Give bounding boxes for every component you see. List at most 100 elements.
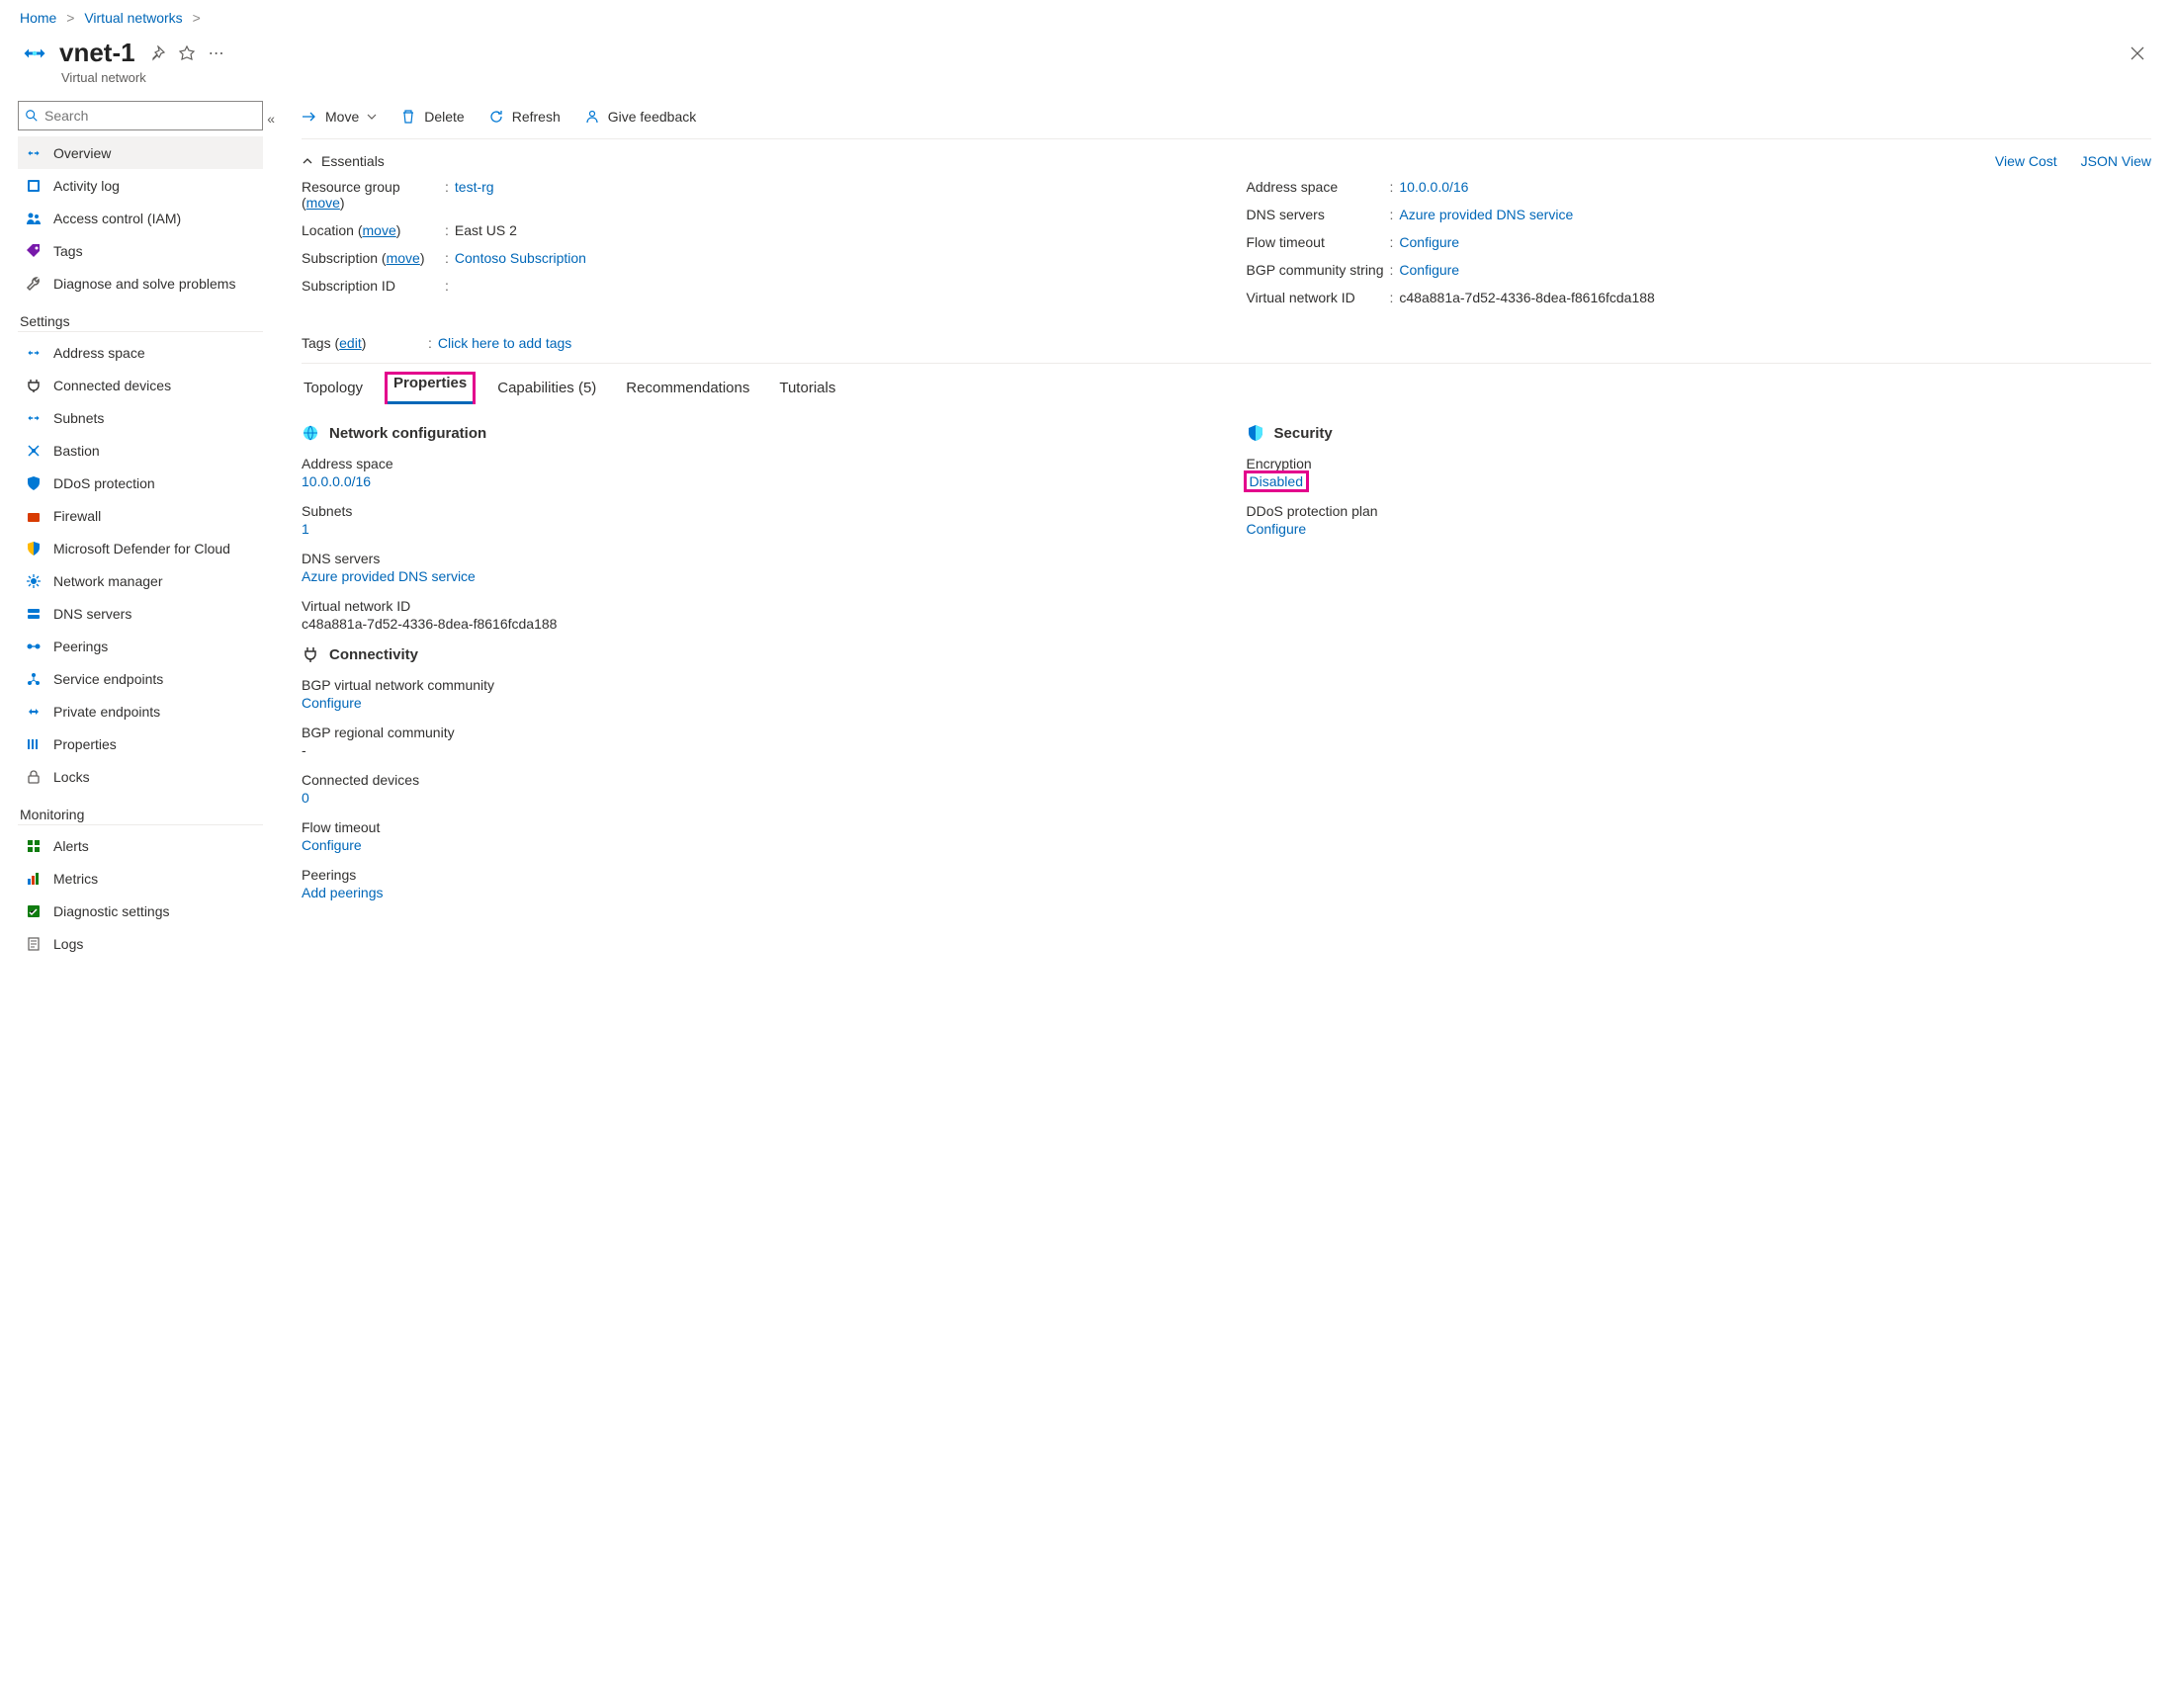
sidebar-item-locks[interactable]: Locks: [18, 760, 263, 793]
sidebar-item-label: Activity log: [53, 178, 120, 194]
prop-bgpr-label: BGP regional community: [302, 725, 1207, 740]
search-icon: [25, 109, 39, 123]
rg-move-link[interactable]: move: [306, 195, 340, 211]
search-input-wrapper[interactable]: [18, 101, 263, 130]
move-label: Move: [325, 109, 359, 125]
sidebar-item-dns-servers[interactable]: DNS servers: [18, 597, 263, 630]
sidebar-item-label: Subnets: [53, 410, 104, 426]
prop-cdev-value[interactable]: 0: [302, 790, 1207, 806]
sidebar-item-alerts[interactable]: Alerts: [18, 829, 263, 862]
chevron-right-icon: >: [193, 10, 201, 26]
subscription-value[interactable]: Contoso Subscription: [455, 250, 586, 266]
delete-button[interactable]: Delete: [400, 109, 464, 125]
location-move-link[interactable]: move: [363, 222, 396, 238]
prop-peer-label: Peerings: [302, 867, 1207, 883]
sidebar-item-overview[interactable]: Overview: [18, 136, 263, 169]
breadcrumb: Home > Virtual networks >: [0, 0, 2175, 32]
sidebar-item-label: Metrics: [53, 871, 98, 887]
essentials-header: Essentials View Cost JSON View: [302, 153, 2151, 169]
star-icon[interactable]: [179, 45, 195, 61]
tags-edit-link[interactable]: edit: [339, 335, 362, 351]
prop-bgpvn-value[interactable]: Configure: [302, 695, 1207, 711]
prop-flow-value[interactable]: Configure: [302, 837, 1207, 853]
chevron-down-icon: [367, 112, 377, 122]
feedback-button[interactable]: Give feedback: [584, 109, 697, 125]
sidebar-item-label: Overview: [53, 145, 111, 161]
sidebar-item-tags[interactable]: Tags: [18, 234, 263, 267]
sidebar-item-label: Diagnostic settings: [53, 903, 170, 919]
dns-servers-label: DNS servers: [1247, 207, 1390, 222]
sidebar-item-metrics[interactable]: Metrics: [18, 862, 263, 895]
tab-capabilities[interactable]: Capabilities (5): [495, 374, 598, 402]
rg-value[interactable]: test-rg: [455, 179, 494, 195]
wrench-icon: [24, 274, 44, 294]
properties-panel: Network configuration Address space 10.0…: [302, 416, 2151, 914]
sidebar-item-firewall[interactable]: Firewall: [18, 499, 263, 532]
sidebar-item-ddos-protection[interactable]: DDoS protection: [18, 467, 263, 499]
tab-tutorials[interactable]: Tutorials: [777, 374, 837, 402]
chevron-up-icon[interactable]: [302, 155, 313, 167]
breadcrumb-home[interactable]: Home: [20, 10, 56, 26]
tag-icon: [24, 241, 44, 261]
essentials-label: Essentials: [321, 153, 385, 169]
sidebar: « Overview Activity log Access control (IA…: [0, 95, 273, 970]
plug-icon: [24, 376, 44, 395]
plug-icon: [302, 645, 319, 663]
peer-icon: [24, 637, 44, 656]
prop-dns-value[interactable]: Azure provided DNS service: [302, 568, 1207, 584]
add-tags-link[interactable]: Click here to add tags: [438, 335, 571, 351]
prop-addr-value[interactable]: 10.0.0.0/16: [302, 473, 1207, 489]
prop-peer-value[interactable]: Add peerings: [302, 885, 1207, 900]
close-icon[interactable]: [2130, 45, 2145, 61]
sidebar-item-connected-devices[interactable]: Connected devices: [18, 369, 263, 401]
sidebar-item-diagnose-and-solve-problems[interactable]: Diagnose and solve problems: [18, 267, 263, 299]
collapse-sidebar-icon[interactable]: «: [267, 111, 275, 127]
chart-icon: [24, 869, 44, 889]
prop-addr-label: Address space: [302, 456, 1207, 471]
vnet-icon: [24, 343, 44, 363]
sidebar-item-properties[interactable]: Properties: [18, 727, 263, 760]
tab-recommendations[interactable]: Recommendations: [624, 374, 751, 402]
sidebar-item-logs[interactable]: Logs: [18, 927, 263, 960]
sidebar-item-label: Bastion: [53, 443, 100, 459]
vnet-icon: [24, 143, 44, 163]
breadcrumb-virtual-networks[interactable]: Virtual networks: [84, 10, 182, 26]
addr-space-value[interactable]: 10.0.0.0/16: [1399, 179, 1468, 195]
bgp-string-value[interactable]: Configure: [1399, 262, 1459, 278]
sidebar-section-settings: Settings: [18, 299, 263, 332]
sidebar-item-service-endpoints[interactable]: Service endpoints: [18, 662, 263, 695]
sidebar-item-diagnostic-settings[interactable]: Diagnostic settings: [18, 895, 263, 927]
sidebar-item-label: Tags: [53, 243, 83, 259]
sidebar-item-bastion[interactable]: Bastion: [18, 434, 263, 467]
prop-ddos-value[interactable]: Configure: [1247, 521, 2152, 537]
json-view-link[interactable]: JSON View: [2081, 153, 2151, 169]
sidebar-item-access-control-iam-[interactable]: Access control (IAM): [18, 202, 263, 234]
tab-topology[interactable]: Topology: [302, 374, 365, 402]
dns-servers-value[interactable]: Azure provided DNS service: [1399, 207, 1573, 222]
globe-icon: [302, 424, 319, 442]
grid-icon: [24, 836, 44, 856]
sidebar-item-network-manager[interactable]: Network manager: [18, 564, 263, 597]
endpoints-icon: [24, 669, 44, 689]
search-input[interactable]: [39, 108, 256, 124]
sidebar-item-address-space[interactable]: Address space: [18, 336, 263, 369]
subscription-move-link[interactable]: move: [387, 250, 420, 266]
flow-timeout-value[interactable]: Configure: [1399, 234, 1459, 250]
sidebar-item-subnets[interactable]: Subnets: [18, 401, 263, 434]
more-icon[interactable]: ⋯: [209, 43, 224, 63]
pin-icon[interactable]: [149, 45, 165, 61]
sidebar-item-label: Peerings: [53, 639, 108, 654]
sidebar-item-label: Service endpoints: [53, 671, 163, 687]
prop-subnets-value[interactable]: 1: [302, 521, 1207, 537]
sidebar-item-activity-log[interactable]: Activity log: [18, 169, 263, 202]
prop-enc-value[interactable]: Disabled: [1247, 473, 1306, 489]
sidebar-item-microsoft-defender-for-cloud[interactable]: Microsoft Defender for Cloud: [18, 532, 263, 564]
security-header: Security: [1247, 424, 2152, 442]
sidebar-item-peerings[interactable]: Peerings: [18, 630, 263, 662]
move-button[interactable]: Move: [302, 109, 377, 125]
refresh-button[interactable]: Refresh: [488, 109, 561, 125]
view-cost-link[interactable]: View Cost: [1995, 153, 2057, 169]
tab-properties[interactable]: Properties: [385, 372, 476, 404]
sidebar-item-private-endpoints[interactable]: Private endpoints: [18, 695, 263, 727]
addr-space-label: Address space: [1247, 179, 1390, 195]
